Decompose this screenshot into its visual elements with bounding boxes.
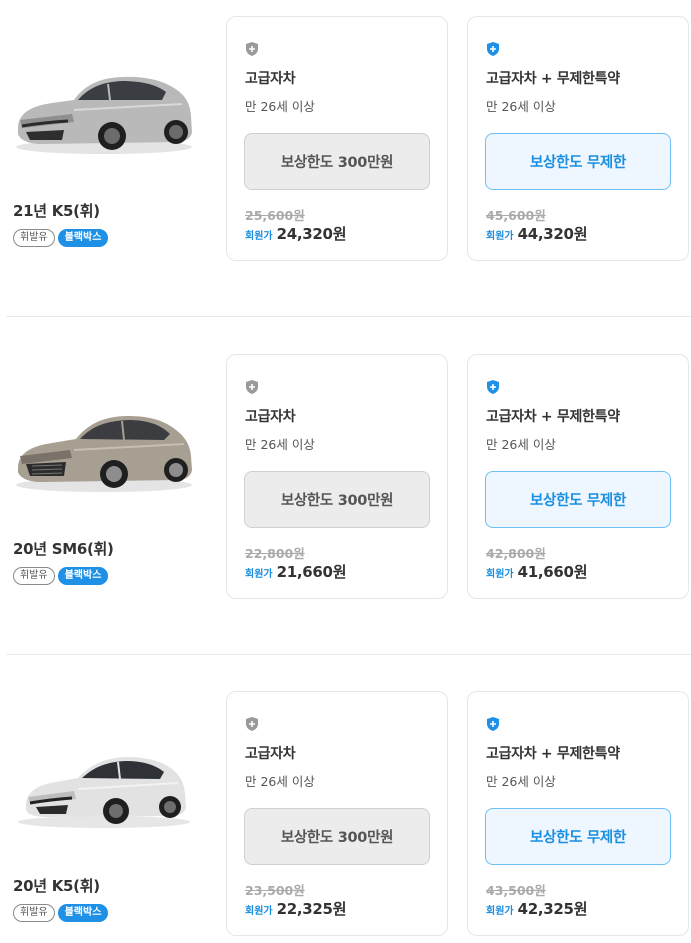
plan-age-requirement: 만 26세 이상 xyxy=(245,99,315,114)
member-price-row: 회원가 24,320원 xyxy=(245,223,347,244)
coverage-limit-button[interactable]: 보상한도 300만원 xyxy=(244,471,430,528)
original-price: 22,800원 xyxy=(245,546,305,561)
car-image xyxy=(12,392,194,502)
fuel-type-badge: 휘발유 xyxy=(13,229,55,247)
coverage-limit-button[interactable]: 보상한도 무제한 xyxy=(485,471,671,528)
member-price: 22,325원 xyxy=(276,900,347,918)
original-price: 23,500원 xyxy=(245,883,305,898)
plan-card-basic[interactable]: 고급자차 만 26세 이상 보상한도 300만원 25,600원 회원가 24,… xyxy=(226,16,448,261)
shield-blue-icon xyxy=(487,380,499,394)
row-divider xyxy=(6,316,691,317)
member-price-row: 회원가 44,320원 xyxy=(486,223,588,244)
member-price-row: 회원가 41,660원 xyxy=(486,561,588,582)
plan-title: 고급자차 xyxy=(245,71,296,87)
member-price: 24,320원 xyxy=(276,225,347,243)
fuel-type-badge: 휘발유 xyxy=(13,904,55,922)
original-price: 43,500원 xyxy=(486,883,546,898)
coverage-limit-button[interactable]: 보상한도 300만원 xyxy=(244,808,430,865)
car-row: 21년 K5(휘) 휘발유 블랙박스 고급자차 만 26세 이상 보상한도 30… xyxy=(0,14,691,264)
row-divider xyxy=(6,654,691,655)
member-price: 44,320원 xyxy=(517,225,588,243)
member-price-row: 회원가 21,660원 xyxy=(245,561,347,582)
plan-title: 고급자차 + 무제한특약 xyxy=(486,71,620,87)
plan-card-basic[interactable]: 고급자차 만 26세 이상 보상한도 300만원 22,800원 회원가 21,… xyxy=(226,354,448,599)
plan-card-premium[interactable]: 고급자차 + 무제한특약 만 26세 이상 보상한도 무제한 45,600원 회… xyxy=(467,16,689,261)
member-price-row: 회원가 22,325원 xyxy=(245,898,347,919)
original-price: 42,800원 xyxy=(486,546,546,561)
shield-gray-icon xyxy=(246,717,258,731)
blackbox-badge: 블랙박스 xyxy=(57,567,109,585)
plan-title: 고급자차 + 무제한특약 xyxy=(486,409,620,425)
car-row: 20년 SM6(휘) 휘발유 블랙박스 고급자차 만 26세 이상 보상한도 3… xyxy=(0,352,691,602)
fuel-type-badge: 휘발유 xyxy=(13,567,55,585)
rental-car-list: 21년 K5(휘) 휘발유 블랙박스 고급자차 만 26세 이상 보상한도 30… xyxy=(0,0,691,943)
shield-blue-icon xyxy=(487,717,499,731)
car-image xyxy=(12,729,194,839)
car-name: 21년 K5(휘) xyxy=(13,202,100,220)
plan-title: 고급자차 xyxy=(245,746,296,762)
shield-gray-icon xyxy=(246,42,258,56)
plan-title: 고급자차 xyxy=(245,409,296,425)
car-name: 20년 SM6(휘) xyxy=(13,540,114,558)
car-info[interactable]: 20년 K5(휘) 휘발유 블랙박스 xyxy=(12,689,212,939)
member-price-label: 회원가 xyxy=(486,569,514,580)
car-photo-k5-white xyxy=(18,757,190,828)
plan-card-premium[interactable]: 고급자차 + 무제한특약 만 26세 이상 보상한도 무제한 42,800원 회… xyxy=(467,354,689,599)
car-info[interactable]: 20년 SM6(휘) 휘발유 블랙박스 xyxy=(12,352,212,602)
plan-age-requirement: 만 26세 이상 xyxy=(486,774,556,789)
member-price-label: 회원가 xyxy=(245,231,273,242)
plan-title: 고급자차 + 무제한특약 xyxy=(486,746,620,762)
member-price-label: 회원가 xyxy=(245,906,273,917)
member-price-label: 회원가 xyxy=(245,569,273,580)
coverage-limit-button[interactable]: 보상한도 무제한 xyxy=(485,133,671,190)
car-info[interactable]: 21년 K5(휘) 휘발유 블랙박스 xyxy=(12,14,212,264)
car-tags: 휘발유 블랙박스 xyxy=(13,904,109,922)
shield-gray-icon xyxy=(246,380,258,394)
original-price: 25,600원 xyxy=(245,208,305,223)
car-image xyxy=(12,54,194,164)
car-photo-k5-silver xyxy=(16,76,192,154)
original-price: 45,600원 xyxy=(486,208,546,223)
plan-card-basic[interactable]: 고급자차 만 26세 이상 보상한도 300만원 23,500원 회원가 22,… xyxy=(226,691,448,936)
car-photo-sm6-champagne xyxy=(16,416,192,492)
car-tags: 휘발유 블랙박스 xyxy=(13,229,109,247)
plan-age-requirement: 만 26세 이상 xyxy=(245,437,315,452)
plan-card-premium[interactable]: 고급자차 + 무제한특약 만 26세 이상 보상한도 무제한 43,500원 회… xyxy=(467,691,689,936)
member-price: 41,660원 xyxy=(517,563,588,581)
member-price-label: 회원가 xyxy=(486,906,514,917)
member-price-row: 회원가 42,325원 xyxy=(486,898,588,919)
blackbox-badge: 블랙박스 xyxy=(57,229,109,247)
car-row: 20년 K5(휘) 휘발유 블랙박스 고급자차 만 26세 이상 보상한도 30… xyxy=(0,689,691,939)
plan-age-requirement: 만 26세 이상 xyxy=(245,774,315,789)
car-name: 20년 K5(휘) xyxy=(13,877,100,895)
shield-blue-icon xyxy=(487,42,499,56)
plan-age-requirement: 만 26세 이상 xyxy=(486,99,556,114)
coverage-limit-button[interactable]: 보상한도 무제한 xyxy=(485,808,671,865)
member-price: 42,325원 xyxy=(517,900,588,918)
car-tags: 휘발유 블랙박스 xyxy=(13,567,109,585)
member-price-label: 회원가 xyxy=(486,231,514,242)
coverage-limit-button[interactable]: 보상한도 300만원 xyxy=(244,133,430,190)
member-price: 21,660원 xyxy=(276,563,347,581)
plan-age-requirement: 만 26세 이상 xyxy=(486,437,556,452)
blackbox-badge: 블랙박스 xyxy=(57,904,109,922)
